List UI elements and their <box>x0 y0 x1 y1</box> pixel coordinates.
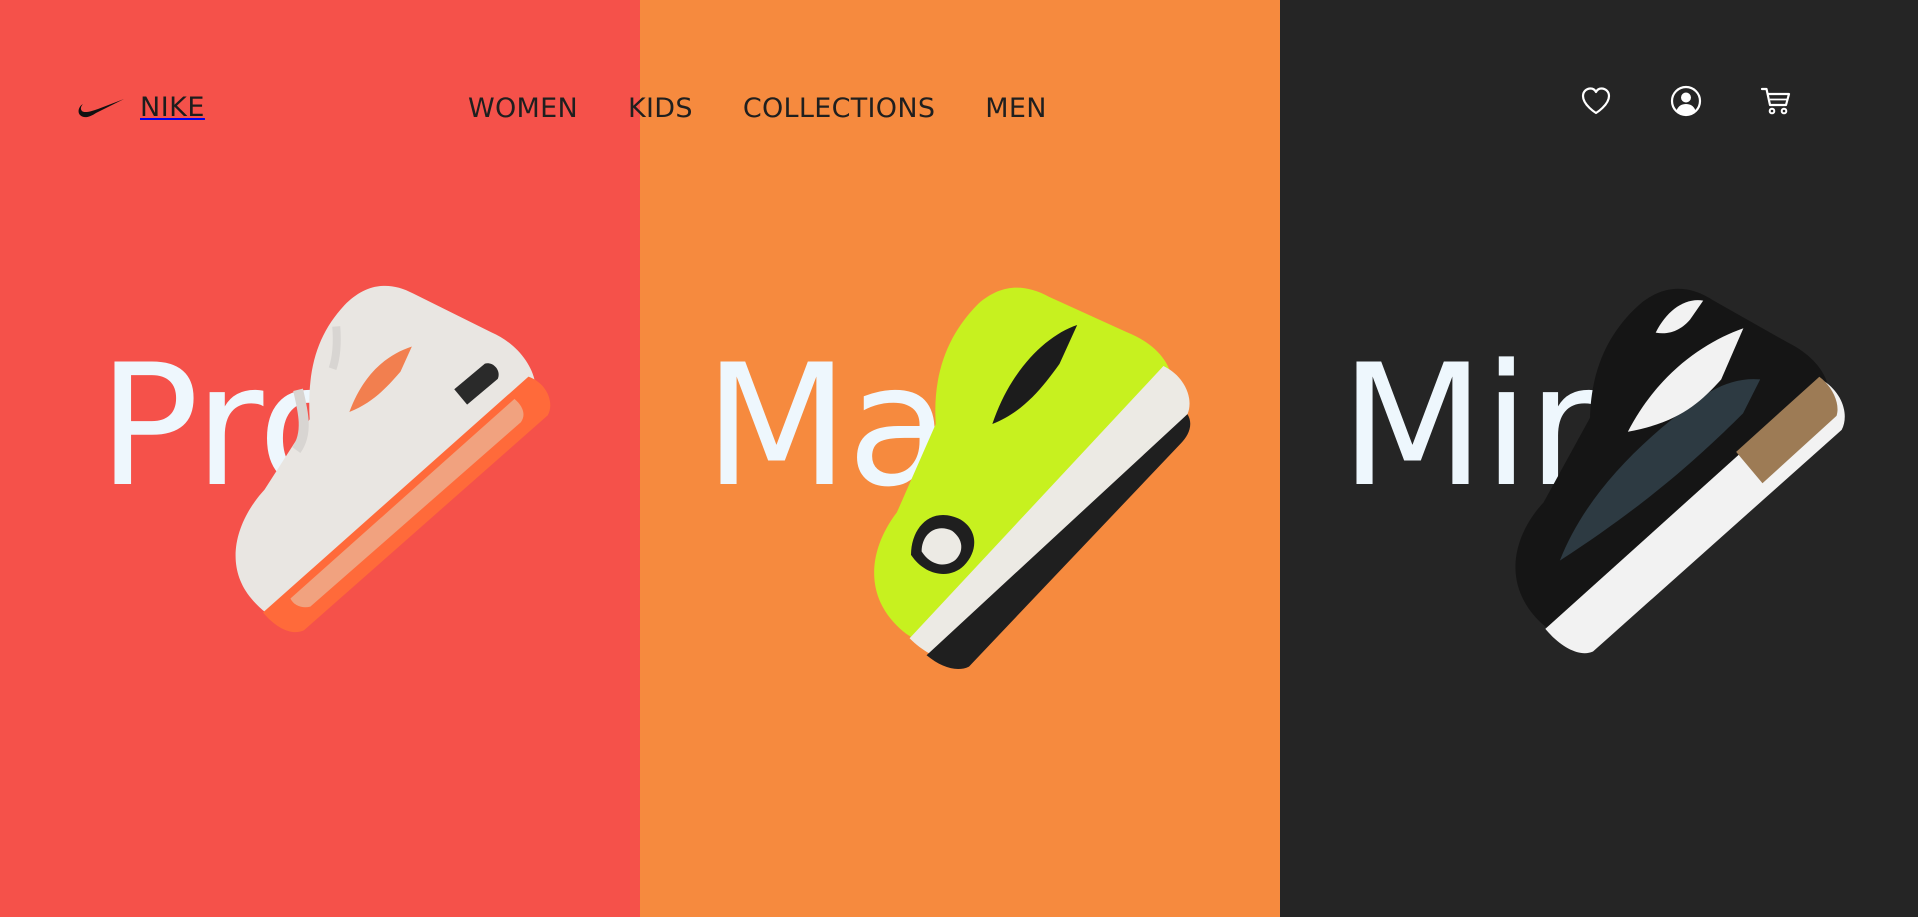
nike-swoosh-icon <box>78 98 124 117</box>
cart-button[interactable] <box>1759 84 1793 118</box>
nav-link-women[interactable]: WOMEN <box>468 93 578 124</box>
main-navigation: WOMEN KIDS COLLECTIONS MEN <box>468 93 1047 124</box>
nav-link-collections[interactable]: COLLECTIONS <box>743 93 935 124</box>
heart-icon <box>1581 87 1611 115</box>
nav-link-men[interactable]: MEN <box>985 93 1046 124</box>
nav-link-kids[interactable]: KIDS <box>628 93 693 124</box>
user-account-icon <box>1670 85 1702 117</box>
sneaker-white-orange-icon[interactable] <box>150 240 590 680</box>
wishlist-button[interactable] <box>1579 84 1613 118</box>
brand-logo[interactable]: NIKE <box>78 92 205 123</box>
header-actions <box>1579 84 1793 118</box>
brand-name: NIKE <box>140 92 205 123</box>
sneaker-volt-green-icon[interactable] <box>780 250 1240 690</box>
sneaker-black-white-icon[interactable] <box>1430 250 1890 690</box>
site-header: NIKE WOMEN KIDS COLLECTIONS MEN <box>0 0 1918 200</box>
shopping-cart-icon <box>1760 87 1791 115</box>
account-button[interactable] <box>1669 84 1703 118</box>
